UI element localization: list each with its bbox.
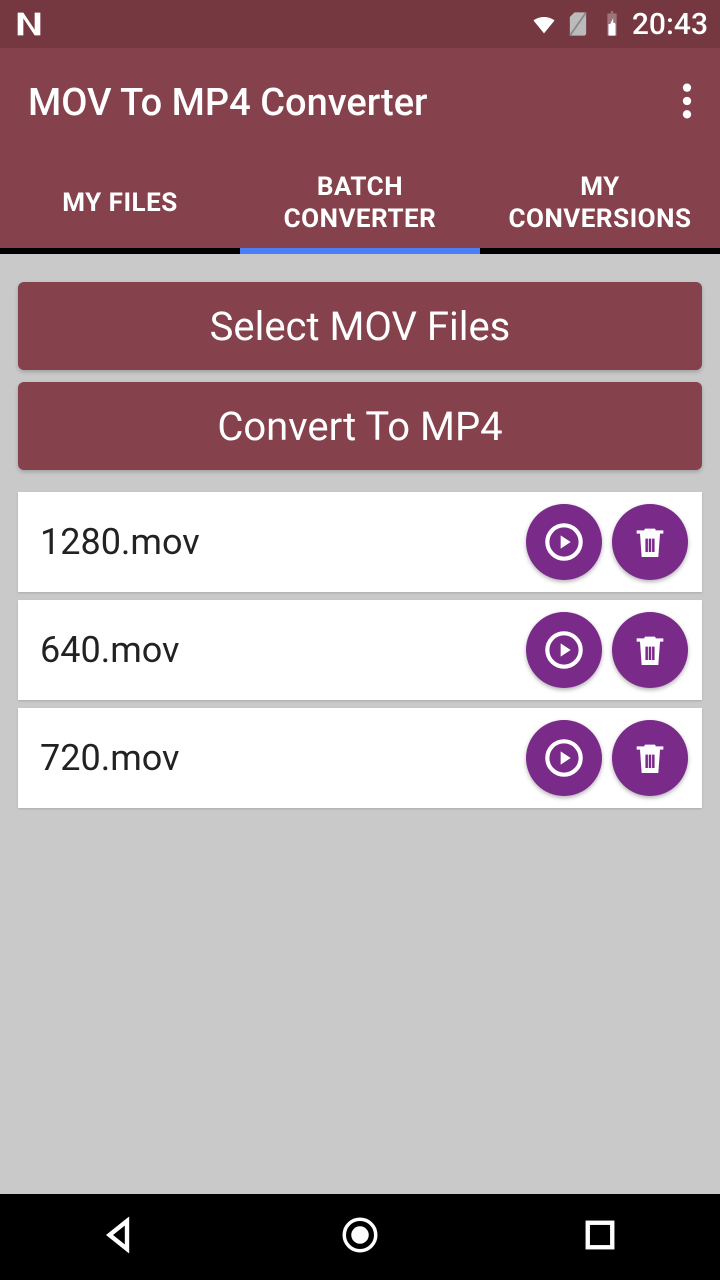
tab-my-files[interactable]: MY FILES	[0, 158, 240, 248]
file-name: 640.mov	[40, 629, 516, 671]
content-area: Select MOV Files Convert To MP4 1280.mov…	[0, 254, 720, 1194]
home-circle-icon	[339, 1214, 381, 1256]
tab-batch-converter[interactable]: BATCH CONVERTER	[240, 158, 480, 248]
tab-my-conversions[interactable]: MY CONVERSIONS	[480, 158, 720, 248]
delete-button[interactable]	[612, 612, 688, 688]
file-row: 1280.mov	[18, 492, 702, 592]
tab-label: BATCH CONVERTER	[248, 171, 472, 236]
convert-button[interactable]: Convert To MP4	[18, 382, 702, 470]
convert-label: Convert To MP4	[217, 403, 502, 450]
file-name: 1280.mov	[40, 521, 516, 563]
nav-back-button[interactable]	[99, 1214, 141, 1260]
trash-icon	[630, 522, 670, 562]
play-circle-icon	[544, 738, 584, 778]
play-button[interactable]	[526, 612, 602, 688]
file-row: 640.mov	[18, 600, 702, 700]
more-vert-icon	[682, 81, 692, 121]
status-bar: 20:43	[0, 0, 720, 48]
play-circle-icon	[544, 522, 584, 562]
wifi-icon	[530, 10, 558, 38]
play-circle-icon	[544, 630, 584, 670]
status-left	[12, 7, 46, 41]
select-files-button[interactable]: Select MOV Files	[18, 282, 702, 370]
nav-home-button[interactable]	[339, 1214, 381, 1260]
app-bar: MOV To MP4 Converter	[0, 48, 720, 158]
sim-icon	[564, 10, 592, 38]
tab-label: MY FILES	[62, 187, 178, 220]
navigation-bar	[0, 1194, 720, 1280]
battery-icon	[598, 10, 626, 38]
square-icon	[579, 1214, 621, 1256]
delete-button[interactable]	[612, 720, 688, 796]
status-right: 20:43	[530, 7, 708, 42]
n-logo-icon	[12, 7, 46, 41]
tab-bar: MY FILES BATCH CONVERTER MY CONVERSIONS	[0, 158, 720, 254]
play-button[interactable]	[526, 720, 602, 796]
file-row: 720.mov	[18, 708, 702, 808]
nav-recent-button[interactable]	[579, 1214, 621, 1260]
back-icon	[99, 1214, 141, 1256]
delete-button[interactable]	[612, 504, 688, 580]
tab-label: MY CONVERSIONS	[488, 171, 712, 236]
trash-icon	[630, 630, 670, 670]
status-time: 20:43	[632, 7, 708, 42]
trash-icon	[630, 738, 670, 778]
overflow-menu-button[interactable]	[682, 81, 692, 125]
file-name: 720.mov	[40, 737, 516, 779]
app-title: MOV To MP4 Converter	[28, 81, 428, 125]
file-list: 1280.mov 640.mov 720.mov	[18, 492, 702, 808]
select-files-label: Select MOV Files	[210, 303, 511, 350]
play-button[interactable]	[526, 504, 602, 580]
